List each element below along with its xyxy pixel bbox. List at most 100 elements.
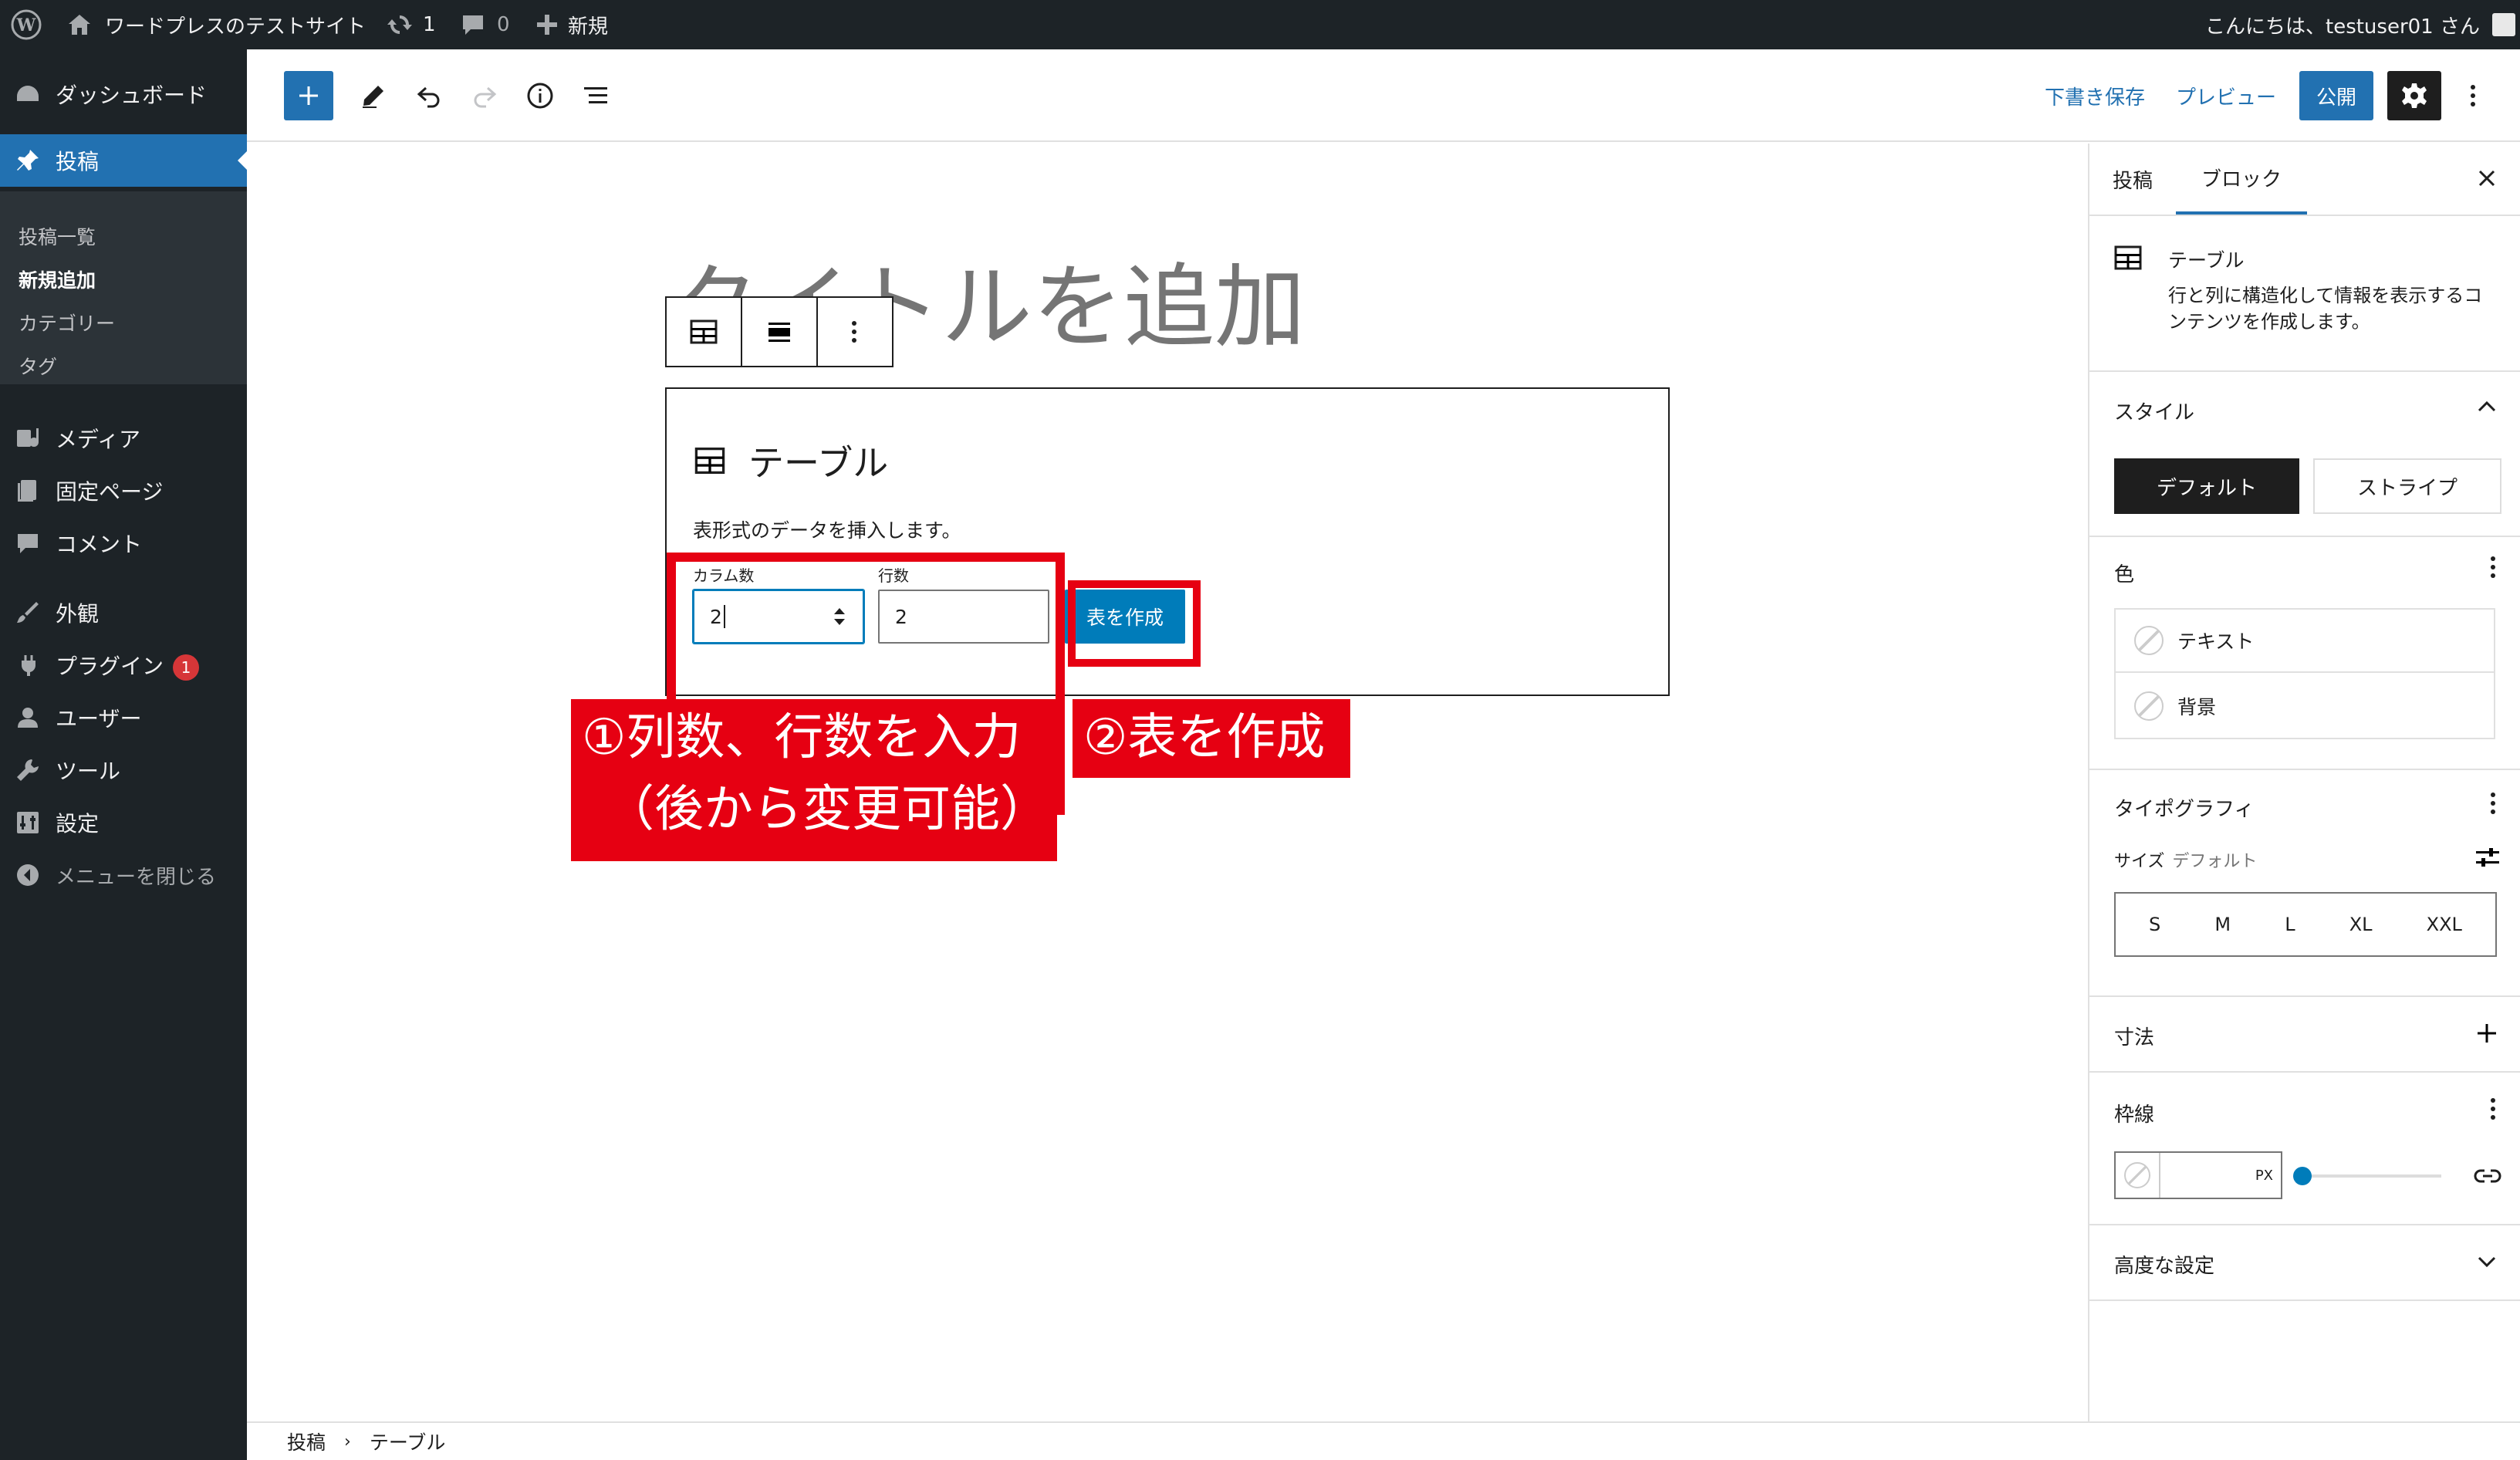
menu-item-tools[interactable]: ツール — [0, 744, 247, 796]
slider-thumb[interactable] — [2293, 1167, 2312, 1185]
svg-text:W: W — [16, 15, 36, 35]
custom-size-sliders-icon[interactable] — [2474, 846, 2501, 869]
settings-sidebar: 投稿 ブロック テーブル 行と列に構造化して情報を表示するコンテンツを作成します… — [2088, 144, 2520, 1421]
font-size-s[interactable]: S — [2149, 914, 2160, 935]
menu-label: 投稿 — [56, 149, 100, 174]
color-item-background[interactable]: 背景 — [2116, 674, 2494, 738]
menu-item-comments[interactable]: コメント — [0, 517, 247, 569]
collapse-menu-button[interactable]: メニューを閉じる — [0, 849, 247, 901]
block-options-button[interactable] — [818, 298, 892, 366]
sidebar-tabs: 投稿 ブロック — [2089, 144, 2520, 216]
more-vertical-icon[interactable] — [2491, 553, 2497, 582]
submenu-all-posts[interactable]: 投稿一覧 — [19, 222, 96, 250]
close-icon[interactable] — [2475, 167, 2498, 190]
breadcrumb-separator-icon: › — [344, 1431, 351, 1452]
plus-icon[interactable] — [2475, 1022, 2498, 1045]
chevron-up-icon[interactable] — [2477, 398, 2497, 414]
undo-icon — [417, 86, 440, 108]
rows-input[interactable]: 2 — [878, 590, 1049, 644]
menu-label: プラグイン 1 — [56, 650, 200, 681]
font-size-m[interactable]: M — [2214, 914, 2231, 935]
menu-item-media[interactable]: メディア — [0, 412, 247, 465]
comments-link[interactable]: 0 — [460, 0, 510, 49]
options-menu-button[interactable] — [2458, 71, 2489, 120]
menu-item-pages[interactable]: 固定ページ — [0, 465, 247, 517]
list-view-icon — [584, 87, 607, 103]
info-icon — [527, 83, 553, 109]
columns-input[interactable]: 2 — [693, 590, 864, 644]
home-icon — [69, 15, 90, 35]
new-content-link[interactable]: 新規 — [535, 0, 608, 49]
placeholder-description: 表形式のデータを挿入します。 — [693, 519, 961, 542]
breadcrumb-root[interactable]: 投稿 — [287, 1428, 326, 1455]
link-icon[interactable] — [2474, 1165, 2501, 1187]
no-color-swatch-icon — [2124, 1162, 2150, 1188]
panel-title: タイポグラフィ — [2114, 798, 2255, 821]
pencil-icon — [363, 86, 383, 108]
settings-sliders-icon — [14, 809, 42, 836]
menu-item-dashboard[interactable]: ダッシュボード — [0, 68, 247, 120]
align-button[interactable] — [742, 298, 818, 366]
block-card — [2113, 242, 2143, 276]
create-table-button[interactable]: 表を作成 — [1065, 590, 1185, 644]
tab-block[interactable]: ブロック — [2176, 144, 2307, 215]
account-menu[interactable]: こんにちは、testuser01 さん — [2205, 0, 2515, 49]
avatar — [2492, 13, 2515, 36]
updates-link[interactable]: 1 — [386, 0, 436, 49]
save-draft-button[interactable]: 下書き保存 — [2037, 71, 2153, 120]
list-view-button[interactable] — [571, 71, 620, 120]
plus-icon — [537, 15, 557, 35]
font-size-xl[interactable]: XL — [2349, 914, 2373, 935]
comment-icon — [14, 529, 42, 557]
site-name: ワードプレスのテストサイト — [105, 15, 367, 39]
block-type-switcher[interactable] — [667, 298, 742, 366]
tools-button[interactable] — [349, 71, 398, 120]
undo-button[interactable] — [404, 71, 454, 120]
site-home-link[interactable]: ワードプレスのテストサイト — [66, 0, 366, 49]
annotation-step1-line1: ①列数、行数を入力 — [582, 709, 1022, 766]
gear-icon — [2402, 83, 2427, 108]
menu-item-appearance[interactable]: 外観 — [0, 586, 247, 639]
panel-title: 寸法 — [2114, 1026, 2155, 1049]
submenu-categories[interactable]: カテゴリー — [19, 309, 115, 336]
publish-button[interactable]: 公開 — [2299, 71, 2373, 120]
font-size-l[interactable]: L — [2285, 914, 2295, 935]
comments-count: 0 — [497, 13, 510, 36]
border-unit[interactable]: PX — [2255, 1168, 2273, 1184]
table-icon — [694, 447, 725, 475]
chevron-down-icon[interactable] — [2477, 1255, 2497, 1270]
menu-item-posts[interactable]: 投稿 — [0, 134, 247, 187]
dashboard-icon — [14, 80, 42, 108]
submenu-tags[interactable]: タグ — [19, 352, 57, 380]
settings-button[interactable] — [2387, 71, 2441, 120]
color-item-text[interactable]: テキスト — [2116, 610, 2494, 673]
menu-item-users[interactable]: ユーザー — [0, 691, 247, 744]
more-vertical-icon[interactable] — [2491, 1094, 2497, 1124]
redo-button[interactable] — [460, 71, 509, 120]
advanced-panel[interactable]: 高度な設定 — [2089, 1224, 2520, 1301]
font-size-xxl[interactable]: XXL — [2427, 914, 2462, 935]
panel-title: 枠線 — [2114, 1103, 2155, 1127]
menu-item-settings[interactable]: 設定 — [0, 796, 247, 849]
block-inserter-button[interactable] — [284, 71, 333, 120]
more-vertical-icon[interactable] — [2491, 789, 2497, 818]
tab-post[interactable]: 投稿 — [2113, 165, 2153, 194]
details-button[interactable] — [515, 71, 565, 120]
placeholder-header: テーブル — [693, 435, 888, 486]
style-default-button[interactable]: デフォルト — [2114, 458, 2299, 514]
panel-title: スタイル — [2114, 401, 2195, 424]
border-color-button[interactable] — [2116, 1153, 2160, 1198]
preview-button[interactable]: プレビュー — [2168, 71, 2284, 120]
media-icon — [14, 424, 42, 452]
border-width-slider[interactable] — [2301, 1174, 2441, 1178]
spinner-arrows-icon[interactable] — [832, 605, 847, 628]
brush-icon — [14, 599, 42, 627]
submenu-add-new[interactable]: 新規追加 — [19, 265, 96, 293]
breadcrumb: 投稿 › テーブル — [247, 1421, 2520, 1460]
more-vertical-icon — [852, 317, 858, 346]
style-stripe-button[interactable]: ストライプ — [2313, 458, 2501, 514]
breadcrumb-current: テーブル — [369, 1431, 446, 1454]
menu-item-plugins[interactable]: プラグイン 1 — [0, 639, 247, 691]
text-cursor — [723, 605, 725, 628]
wordpress-logo-icon[interactable]: W — [11, 0, 42, 49]
